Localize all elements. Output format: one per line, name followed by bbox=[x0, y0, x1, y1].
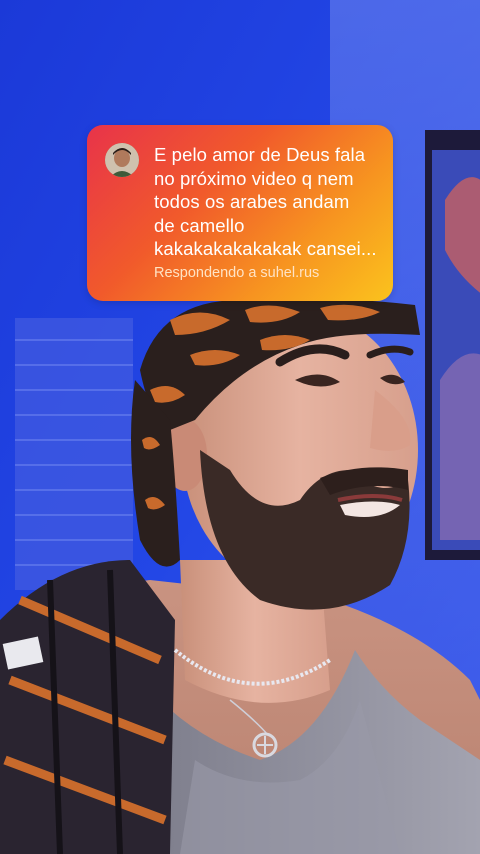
replying-to-label[interactable]: Respondendo a suhel.rus bbox=[154, 265, 319, 281]
comment-line: no próximo video q nem bbox=[154, 167, 354, 189]
comment-text: E pelo amor de Deus fala no próximo vide… bbox=[154, 143, 382, 261]
commenter-avatar[interactable] bbox=[105, 143, 139, 177]
avatar-image bbox=[105, 143, 139, 177]
comment-line: E pelo amor de Deus fala bbox=[154, 144, 366, 165]
comment-line: todos os arabes andam bbox=[154, 191, 350, 212]
comment-reply-card[interactable]: E pelo amor de Deus fala no próximo vide… bbox=[87, 125, 393, 301]
comment-line: de camello bbox=[154, 214, 245, 236]
comment-line: kakakakakakakak cansei... bbox=[154, 238, 377, 259]
